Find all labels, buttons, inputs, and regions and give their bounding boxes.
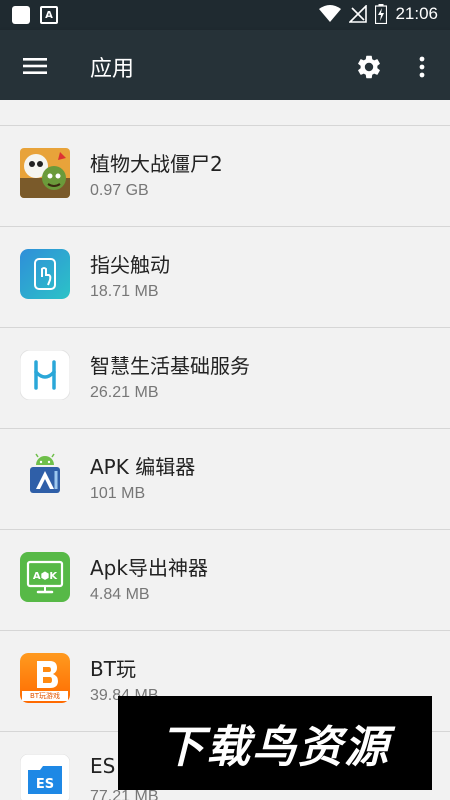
list-item-app-2[interactable]: 智慧生活基础服务 26.21 MB — [0, 328, 450, 429]
clock: 21:06 — [395, 4, 438, 23]
svg-text:ES: ES — [36, 777, 54, 792]
list-item-app-4[interactable]: A⬢K Apk导出神器 4.84 MB — [0, 530, 450, 631]
app-size: 0.97 GB — [90, 182, 149, 199]
notification-square-icon — [12, 6, 30, 24]
app-name: 植物大战僵尸2 — [90, 152, 223, 176]
settings-button[interactable] — [352, 50, 386, 84]
battery-charging-icon — [375, 4, 388, 24]
app-name: 指尖触动 — [90, 253, 170, 277]
notification-icons: A — [12, 6, 58, 24]
list-item-app-3[interactable]: APK 编辑器 101 MB — [0, 429, 450, 530]
bt-play-icon: BT玩游戏 — [20, 653, 70, 703]
app-name: BT玩 — [90, 657, 136, 681]
more-vert-icon — [419, 56, 425, 78]
app-size: 4.84 MB — [90, 586, 150, 603]
svg-text:A⬢K: A⬢K — [33, 571, 58, 582]
watermark-text: 下载鸟资源 — [160, 722, 390, 773]
app-list[interactable]: 植物大战僵尸2 0.97 GB 指尖触动 18.71 MB 智慧生活基础服务 2… — [0, 100, 450, 800]
app-size: 18.71 MB — [90, 283, 159, 300]
bt-play-icon-caption: BT玩游戏 — [29, 692, 61, 700]
apk-editor-icon — [20, 451, 70, 501]
system-icons: 21:06 — [319, 4, 438, 24]
navigation-menu-button[interactable] — [20, 51, 50, 81]
overflow-menu-button[interactable] — [410, 50, 434, 84]
list-item-app-0[interactable]: 植物大战僵尸2 0.97 GB — [0, 126, 450, 227]
app-name: 智慧生活基础服务 — [90, 354, 250, 378]
watermark: 下载鸟资源 — [118, 696, 432, 790]
apk-export-icon: A⬢K — [20, 552, 70, 602]
list-item-app-1[interactable]: 指尖触动 18.71 MB — [0, 227, 450, 328]
wifi-icon — [319, 5, 342, 22]
fingertip-touch-icon — [20, 249, 70, 299]
notification-a-icon: A — [40, 6, 58, 24]
page-title: 应用 — [90, 57, 135, 82]
es-file-icon: ES — [20, 754, 70, 800]
hamburger-menu-icon — [23, 58, 47, 74]
app-name: ES — [90, 754, 116, 778]
app-size: 101 MB — [90, 485, 146, 502]
app-size: 26.21 MB — [90, 384, 159, 401]
app-name: Apk导出神器 — [90, 556, 208, 580]
smart-life-icon — [20, 350, 70, 400]
no-signal-icon — [349, 5, 368, 23]
gear-icon — [358, 55, 380, 79]
app-name: APK 编辑器 — [90, 455, 196, 479]
pvz2-icon — [20, 148, 70, 198]
status-bar: A 21:06 — [0, 0, 450, 30]
app-bar: 应用 — [0, 30, 450, 100]
